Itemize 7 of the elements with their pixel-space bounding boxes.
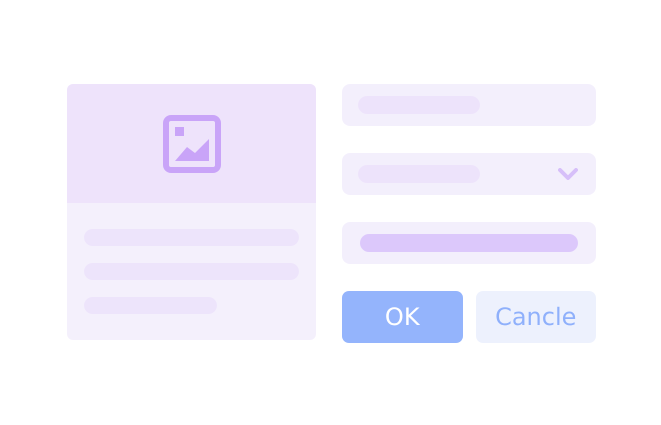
ok-button[interactable]: OK bbox=[342, 291, 462, 343]
cancel-button[interactable]: Cancle bbox=[476, 291, 596, 343]
image-icon bbox=[162, 114, 220, 172]
chevron-down-icon bbox=[558, 168, 578, 180]
input-field[interactable] bbox=[342, 222, 596, 264]
input-field[interactable] bbox=[342, 84, 596, 126]
dropdown-field[interactable] bbox=[342, 153, 596, 195]
